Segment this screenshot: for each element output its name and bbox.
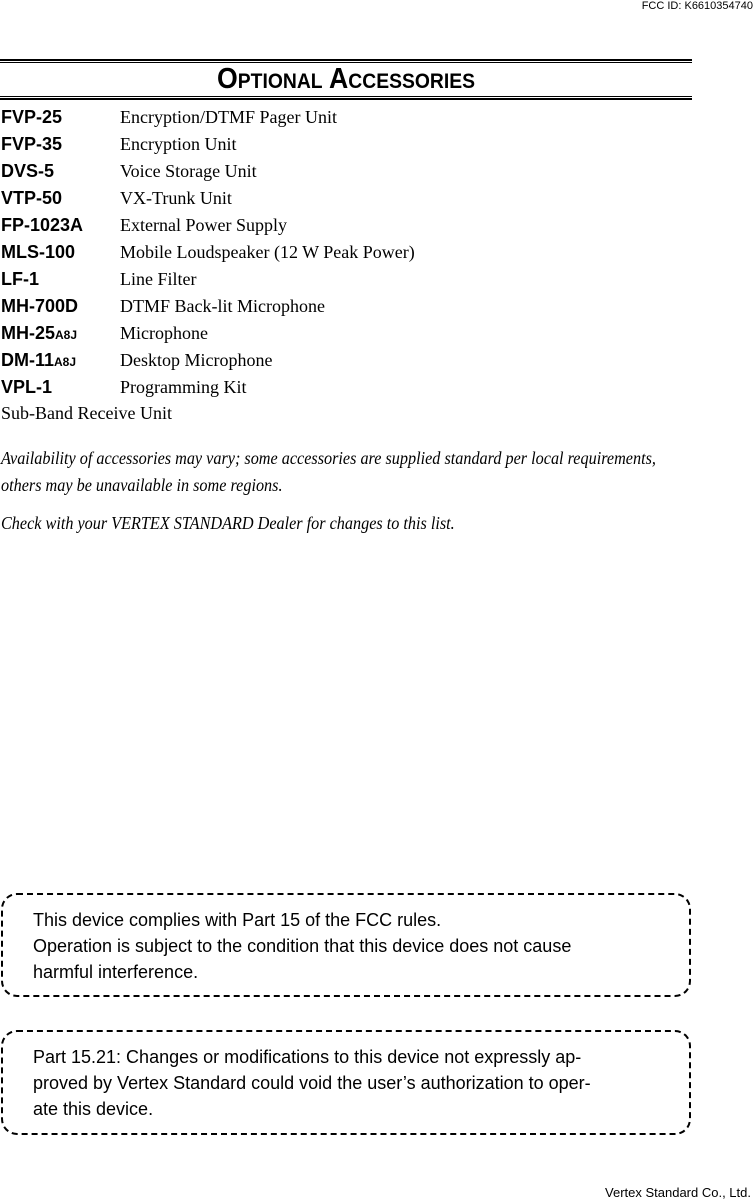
accessory-description: Programming Kit — [120, 377, 247, 397]
accessory-row: MLS-100 Mobile Loudspeaker (12 W Peak Po… — [1, 242, 415, 269]
sub-band-item: Sub-Band Receive Unit — [1, 403, 172, 423]
accessory-description: Desktop Microphone — [120, 350, 273, 370]
part-line: ate this device. — [33, 1099, 154, 1119]
fcc-id-label: FCC ID: K6610354740 — [641, 0, 753, 12]
accessory-row: DM-11A8J Desktop Microphone — [1, 350, 415, 377]
accessory-description: Encryption Unit — [120, 134, 237, 154]
accessory-model: DVS-5 — [1, 161, 55, 181]
accessory-row: FVP-35 Encryption Unit — [1, 134, 415, 161]
accessory-row: MH-25A8J Microphone — [1, 323, 415, 350]
accessory-model: MH-25A8J — [1, 323, 78, 343]
title-rest: PTIONAL — [237, 70, 323, 93]
accessory-row: VPL-1 Programming Kit — [1, 377, 415, 404]
accessory-model: VTP-50 — [1, 188, 63, 208]
title-initial: A — [329, 63, 349, 95]
part-line: Part 15.21: Changes or modifications to … — [33, 1047, 582, 1067]
fcc-compliance-text: This device complies with Part 15 of the… — [33, 907, 673, 985]
part-15-21-box: Part 15.21: Changes or modifications to … — [1, 1030, 691, 1135]
accessory-description: Mobile Loudspeaker (12 W Peak Power) — [120, 242, 415, 262]
fcc-line: Operation is subject to the condition th… — [33, 936, 572, 956]
rule-thick — [0, 59, 692, 61]
accessory-row: MH-700D DTMF Back-lit Microphone — [1, 296, 415, 323]
rule-thick — [0, 98, 692, 100]
fcc-line: This device complies with Part 15 of the… — [33, 910, 442, 930]
accessory-description: External Power Supply — [120, 215, 287, 235]
accessory-model: FP-1023A — [1, 215, 84, 235]
availability-note: Availability of accessories may vary; so… — [1, 448, 656, 495]
dealer-note: Check with your VERTEX STANDARD Dealer f… — [1, 513, 455, 533]
accessory-description: DTMF Back-lit Microphone — [120, 296, 325, 316]
accessory-row: FP-1023A External Power Supply — [1, 215, 415, 242]
rule-thin — [0, 96, 692, 97]
accessory-model: VPL-1 — [1, 377, 53, 397]
part-15-21-text: Part 15.21: Changes or modifications to … — [33, 1044, 673, 1122]
accessory-model: LF-1 — [1, 269, 39, 289]
accessory-description: Microphone — [120, 323, 208, 343]
accessory-description: Voice Storage Unit — [120, 161, 257, 181]
accessory-model: MLS-100 — [1, 242, 76, 262]
fcc-line: harmful interference. — [33, 962, 199, 982]
part-line: proved by Vertex Standard could void the… — [33, 1073, 591, 1093]
accessory-model: FVP-25 — [1, 107, 63, 127]
accessory-model: DM-11A8J — [1, 350, 77, 370]
company-footer: Vertex Standard Co., Ltd. — [605, 1185, 751, 1200]
accessory-list: FVP-25 Encryption/DTMF Pager Unit FVP-35… — [1, 107, 415, 404]
accessory-model: MH-700D — [1, 296, 79, 316]
accessory-description: Line Filter — [120, 269, 197, 289]
accessory-row: FVP-25 Encryption/DTMF Pager Unit — [1, 107, 415, 134]
title-rule-bottom — [0, 96, 692, 100]
accessory-description: VX-Trunk Unit — [120, 188, 232, 208]
accessory-row: VTP-50 VX-Trunk Unit — [1, 188, 415, 215]
title-rest: CCESSORIES — [348, 70, 475, 93]
accessory-description: Encryption/DTMF Pager Unit — [120, 107, 337, 127]
accessory-row: LF-1 Line Filter — [1, 269, 415, 296]
accessory-row: DVS-5 Voice Storage Unit — [1, 161, 415, 188]
page-title: OPTIONAL ACCESSORIES — [28, 63, 665, 98]
fcc-compliance-box: This device complies with Part 15 of the… — [1, 893, 691, 997]
accessory-model: FVP-35 — [1, 134, 63, 154]
title-initial: O — [217, 63, 238, 95]
